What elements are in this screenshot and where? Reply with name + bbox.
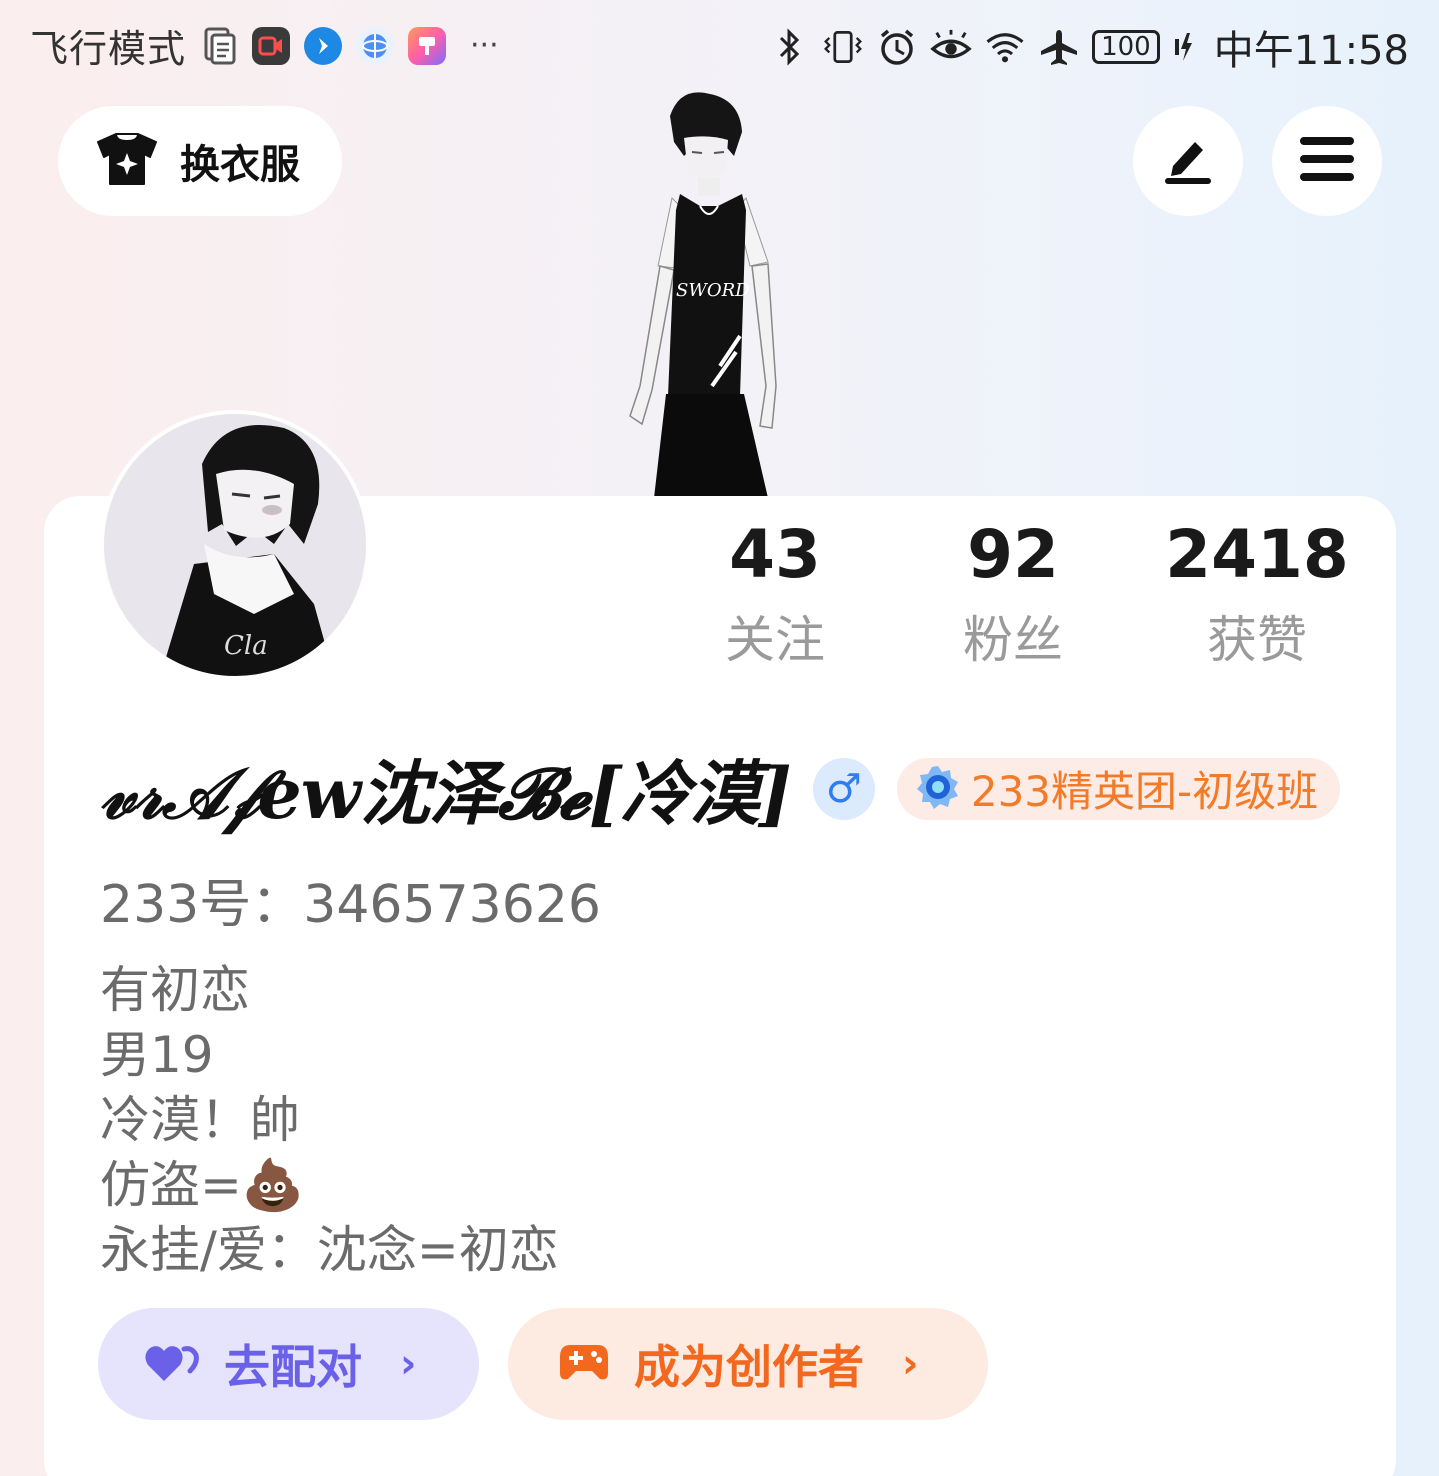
menu-icon — [1300, 135, 1354, 187]
paint-app-icon — [408, 26, 447, 65]
clock: 中午11:58 — [1213, 28, 1409, 74]
following-count: 43 — [729, 516, 821, 593]
followers-count: 92 — [967, 516, 1059, 593]
status-bar: 飞行模式 ··· 100 中午11:58 — [0, 0, 1439, 86]
bio-line: 有初恋 — [100, 961, 250, 1019]
screen-record-icon — [252, 26, 291, 65]
status-bar-right: 100 中午11:58 — [768, 18, 1409, 76]
bluetooth-icon — [768, 26, 810, 68]
member-badge-label: 233精英团-初级班 — [970, 767, 1319, 816]
svg-text:Cla: Cla — [224, 631, 268, 661]
document-icon — [200, 27, 238, 65]
menu-button[interactable] — [1272, 106, 1382, 216]
username-row: 𝓋𝓇𝒜𝒻ew沈泽𝓑𝓮[冷漠] ♂ 233精英团-初级班 — [100, 738, 1341, 839]
more-notifications-icon: ··· — [470, 28, 499, 63]
bio-line: 仿盗=💩 — [100, 1156, 305, 1214]
edit-icon — [1161, 132, 1215, 190]
charging-icon — [1172, 26, 1196, 68]
browser-icon — [356, 26, 395, 65]
likes-label: 获赞 — [1207, 611, 1307, 669]
bio-line: 男19 — [100, 1026, 214, 1084]
hearts-icon — [144, 1341, 200, 1387]
go-match-label: 去配对 — [224, 1340, 362, 1394]
user-id: 233号：346573626 — [100, 875, 602, 935]
chevron-right-icon: › — [902, 1341, 919, 1387]
tshirt-icon — [94, 131, 160, 191]
chevron-right-icon: › — [400, 1341, 417, 1387]
status-bar-left: 飞行模式 ··· — [30, 18, 499, 73]
become-creator-label: 成为创作者 — [634, 1340, 864, 1394]
become-creator-button[interactable]: 成为创作者 › — [508, 1308, 988, 1420]
edit-profile-button[interactable] — [1133, 106, 1243, 216]
airplane-icon — [1038, 26, 1080, 68]
bio-line: 永挂/爱：沈念=初恋 — [100, 1221, 559, 1279]
battery-indicator: 100 — [1092, 30, 1160, 64]
svg-text:SWORD: SWORD — [676, 280, 750, 301]
followers-label: 粉丝 — [963, 611, 1063, 669]
stat-likes[interactable]: 2418 获赞 — [1137, 516, 1377, 669]
following-label: 关注 — [725, 611, 825, 669]
go-match-button[interactable]: 去配对 › — [98, 1308, 479, 1420]
stat-followers[interactable]: 92 粉丝 — [893, 516, 1133, 669]
wifi-icon — [984, 26, 1026, 68]
avatar-character-figure[interactable]: SWORD — [600, 86, 790, 498]
messenger-icon — [304, 26, 343, 65]
eye-comfort-icon — [930, 26, 972, 68]
bio: 有初恋 男19 冷漠！帥 仿盗=💩 永挂/爱：沈念=初恋 — [100, 958, 559, 1283]
username: 𝓋𝓇𝒜𝒻ew沈泽𝓑𝓮[冷漠] — [100, 752, 792, 835]
likes-count: 2418 — [1165, 516, 1349, 593]
change-outfit-button[interactable]: 换衣服 — [58, 106, 342, 216]
medal-icon — [915, 764, 961, 814]
gender-male-icon: ♂ — [812, 757, 875, 820]
vibrate-icon — [822, 26, 864, 68]
gamepad-icon — [558, 1341, 610, 1387]
profile-avatar[interactable]: Cla — [100, 410, 370, 680]
stat-following[interactable]: 43 关注 — [655, 516, 895, 669]
alarm-icon — [876, 26, 918, 68]
airplane-mode-label: 飞行模式 — [30, 27, 187, 71]
bio-line: 冷漠！帥 — [100, 1091, 300, 1149]
change-outfit-label: 换衣服 — [180, 142, 300, 188]
member-badge[interactable]: 233精英团-初级班 — [896, 757, 1341, 820]
